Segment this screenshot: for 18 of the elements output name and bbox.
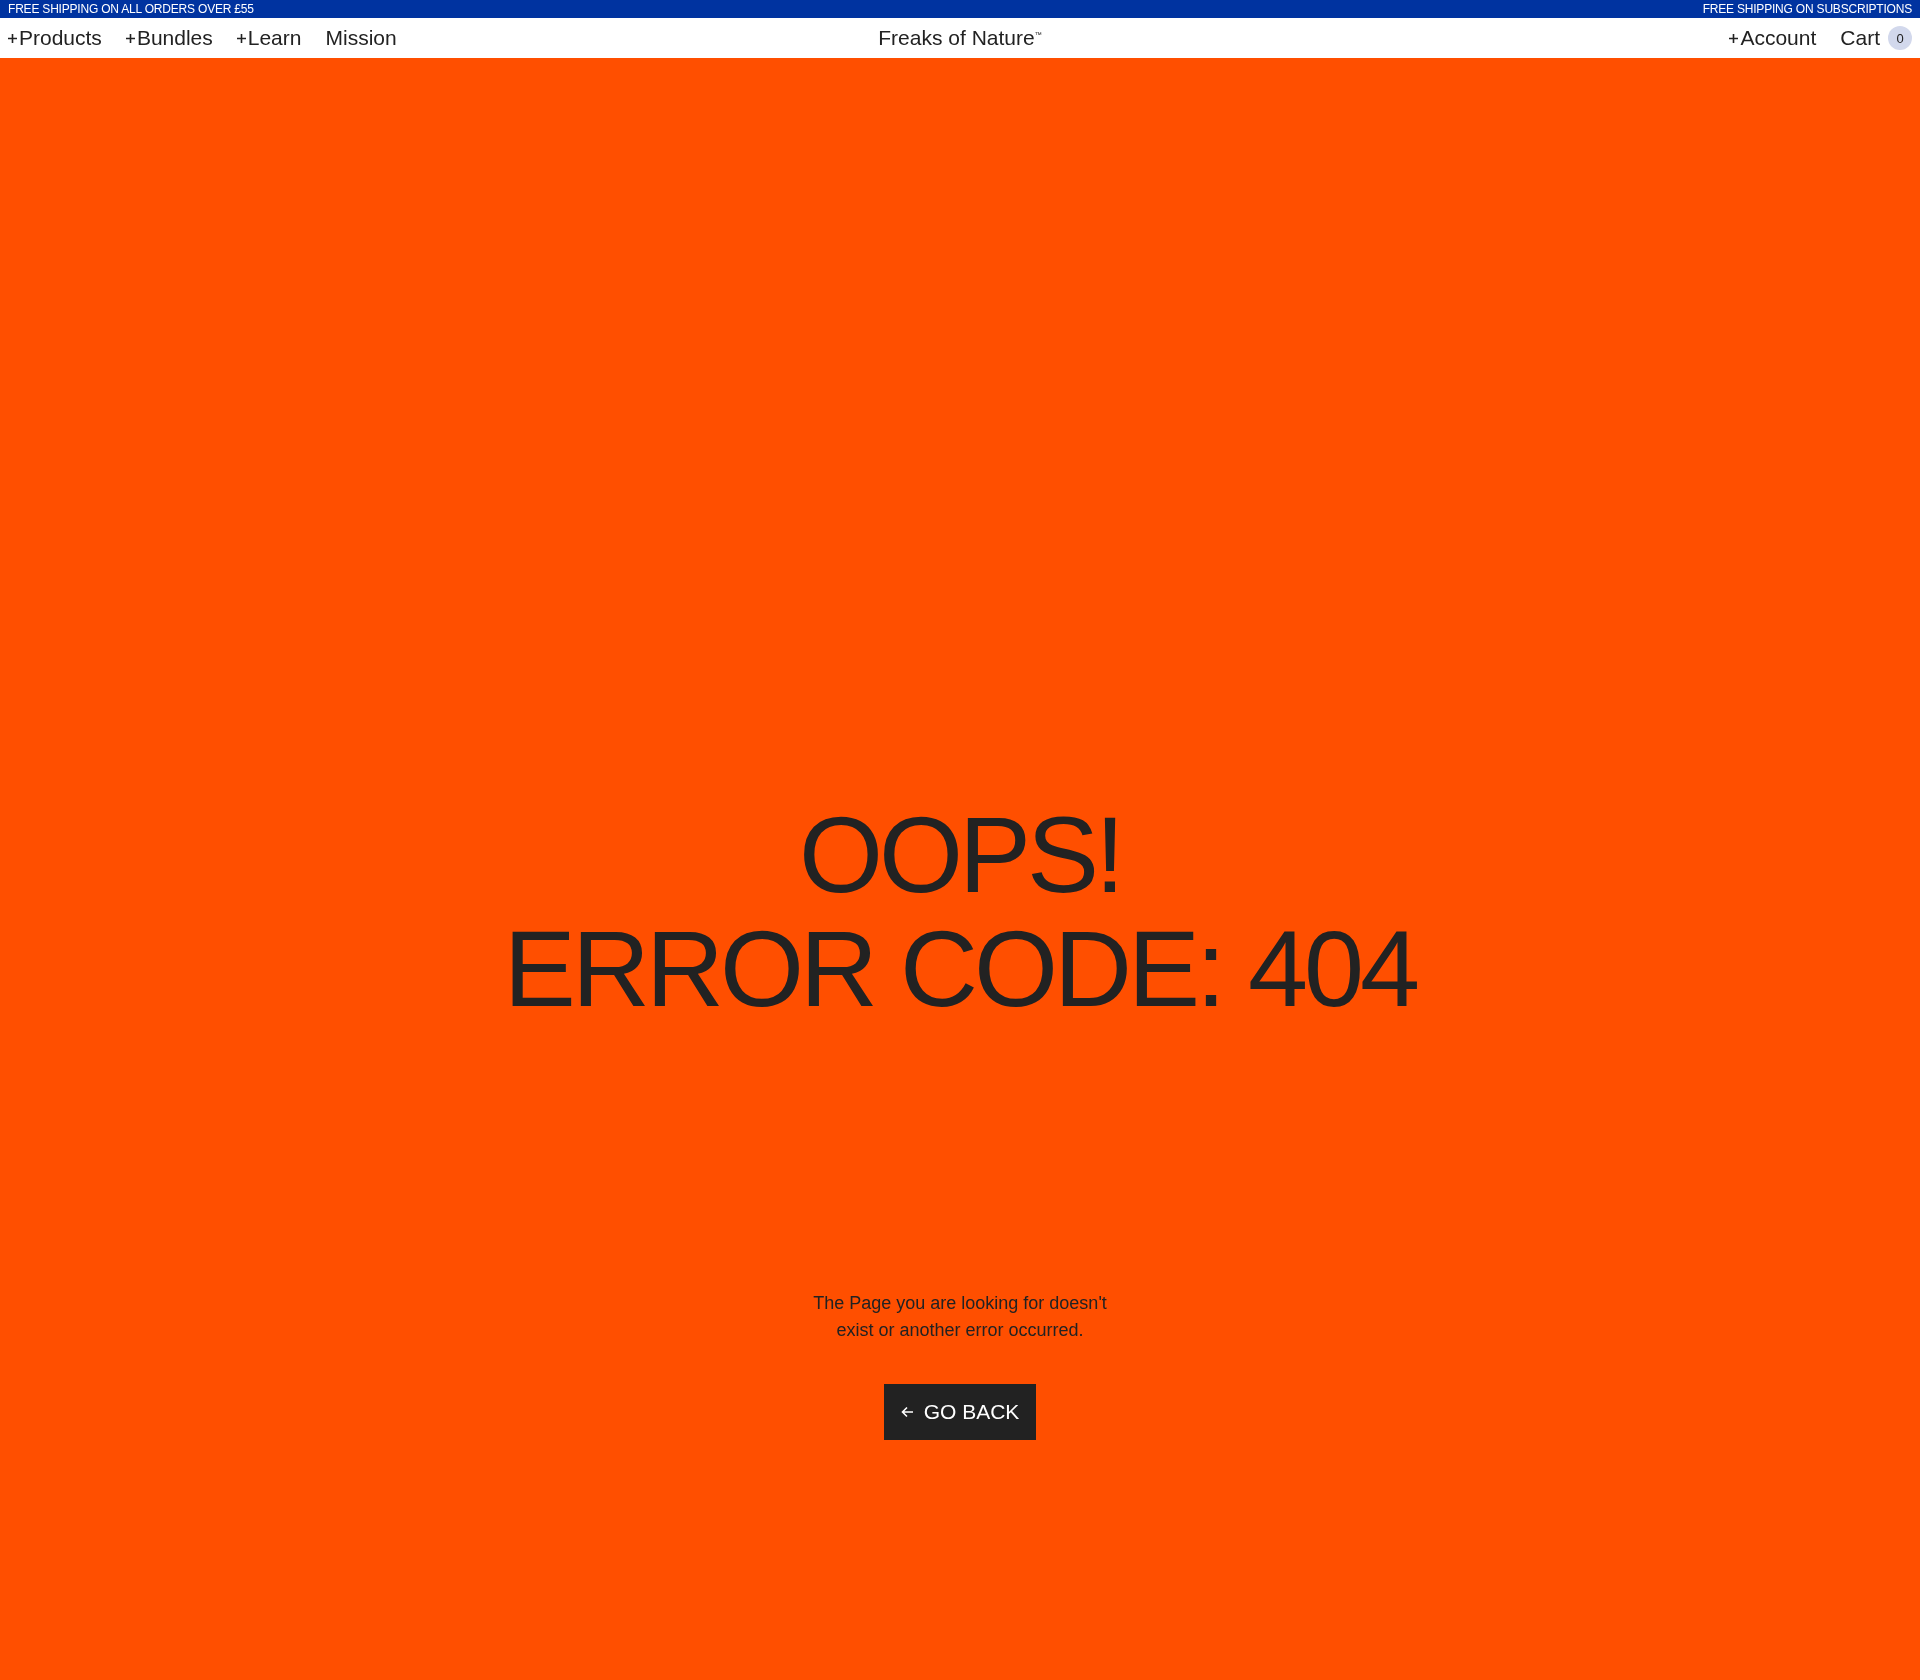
error-message: The Page you are looking for doesn't exist or another error occurred.	[812, 1292, 1108, 1342]
cart-link[interactable]: Cart 0	[1840, 26, 1912, 50]
error-heading: OOPS! ERROR CODE: 404	[503, 798, 1417, 1026]
nav-link[interactable]: Learn	[236, 26, 302, 50]
announcement-text: FREE SHIPPING ON ALL ORDERS OVER £55	[8, 2, 254, 16]
nav-link[interactable]: Mission	[325, 26, 397, 50]
announcement-text: FREE SHIPPING ON SUBSCRIPTIONS	[1702, 2, 1912, 16]
go-back-button[interactable]: GO BACK	[883, 1384, 1037, 1440]
plus-icon	[236, 33, 246, 43]
nav-link[interactable]: Bundles	[125, 26, 213, 50]
plus-icon	[1729, 33, 1739, 43]
plus-icon	[8, 33, 17, 43]
nav-link[interactable]: Account	[1729, 26, 1817, 50]
plus-icon	[125, 33, 135, 43]
logo[interactable]: Freaks of Nature$^{™}$	[878, 26, 1042, 50]
cart-count: 0	[1888, 26, 1912, 50]
nav-link[interactable]: Products	[8, 26, 102, 50]
arrow-left-icon	[900, 1406, 914, 1418]
